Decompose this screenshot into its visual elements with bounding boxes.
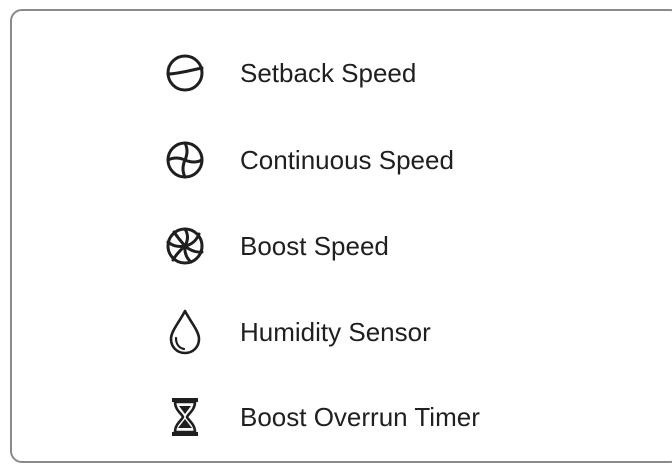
legend-label: Setback Speed: [240, 58, 417, 88]
legend-label: Continuous Speed: [240, 145, 454, 175]
legend-label: Humidity Sensor: [240, 317, 431, 347]
legend-item-boost-overrun-timer: Boost Overrun Timer: [162, 394, 480, 440]
legend-panel: Setback Speed Continuous Speed Boost Spe…: [10, 9, 672, 463]
legend-item-setback-speed: Setback Speed: [162, 50, 416, 96]
hourglass-icon: [162, 394, 208, 440]
legend-item-continuous-speed: Continuous Speed: [162, 137, 454, 183]
boost-speed-icon: [162, 223, 208, 269]
legend-label: Boost Overrun Timer: [240, 402, 480, 432]
continuous-speed-icon: [162, 137, 208, 183]
setback-speed-icon: [162, 50, 208, 96]
legend-item-boost-speed: Boost Speed: [162, 223, 389, 269]
legend-item-humidity-sensor: Humidity Sensor: [162, 309, 431, 355]
legend-label: Boost Speed: [240, 231, 389, 261]
legend-list: Setback Speed Continuous Speed Boost Spe…: [12, 11, 672, 461]
humidity-drop-icon: [162, 309, 208, 355]
